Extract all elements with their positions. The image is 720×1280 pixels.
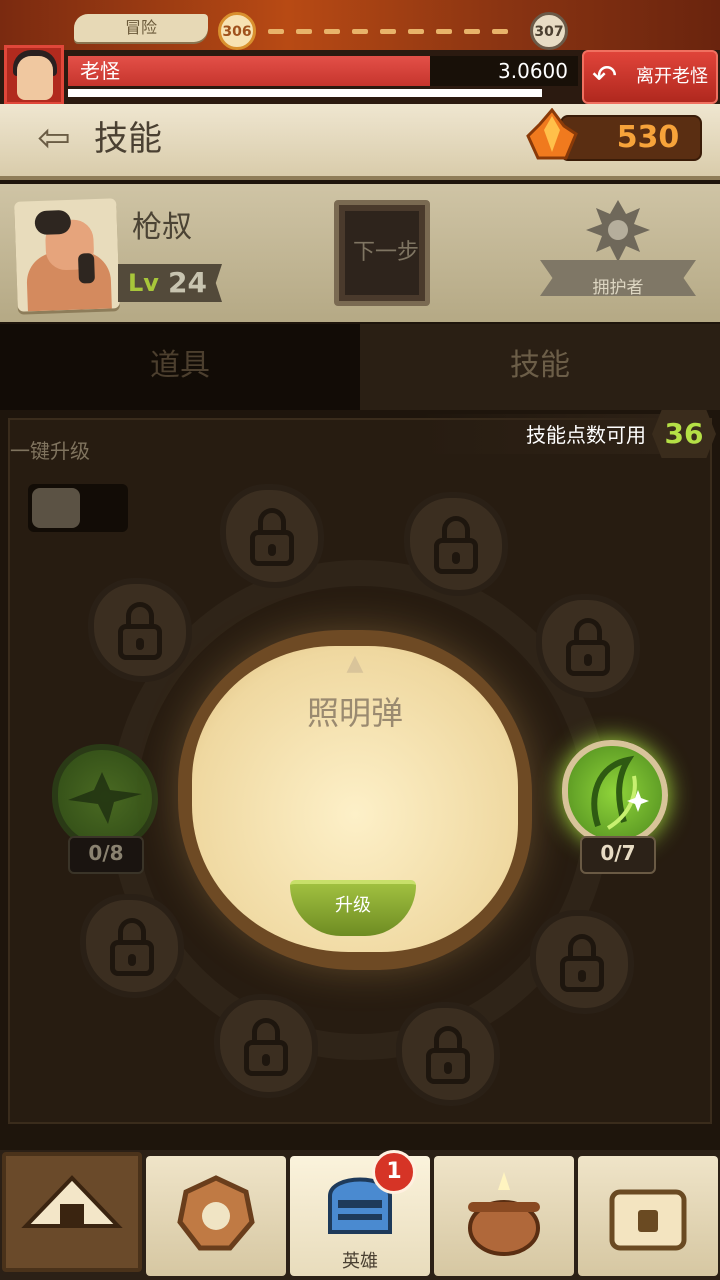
stage-path-dash xyxy=(380,29,396,34)
locked-skill-slot[interactable] xyxy=(404,492,508,596)
flare-leaf-icon xyxy=(591,755,649,830)
stage-path-dash xyxy=(324,29,340,34)
stage-path-dash xyxy=(492,29,508,34)
locked-skill-slot[interactable] xyxy=(536,594,640,698)
gem-count: 530 xyxy=(616,120,680,155)
boss-hp-value: 3.0600 xyxy=(498,59,568,83)
hero-portrait[interactable] xyxy=(14,198,120,312)
stage-path-dash xyxy=(436,29,452,34)
gear-token-icon xyxy=(177,1175,255,1251)
return-arrow-icon: ↶ xyxy=(592,59,618,94)
skill-slot-eagle[interactable] xyxy=(52,744,158,850)
boss-timer-bar xyxy=(68,89,542,97)
leave-boss-button[interactable]: ↶ 离开老怪 xyxy=(582,50,718,104)
level-label: Lv xyxy=(128,269,159,297)
locked-skill-slot[interactable] xyxy=(80,894,184,998)
toggle-knob xyxy=(32,488,80,528)
adventure-mode-tab[interactable]: 冒险 xyxy=(74,14,208,42)
treasure-chest-icon xyxy=(609,1189,687,1251)
locked-skill-slot[interactable] xyxy=(214,994,318,1098)
tab-skills-label: 技能 xyxy=(510,348,570,383)
nav-gear[interactable] xyxy=(146,1156,286,1276)
skill-level-count: 0/8 xyxy=(68,836,144,874)
locked-skill-slot[interactable] xyxy=(220,484,324,588)
nav-camp[interactable] xyxy=(2,1152,142,1272)
stage-path-dash xyxy=(268,29,284,34)
selected-skill-title: 照明弹 xyxy=(306,694,403,732)
guardian-emblem-icon xyxy=(586,200,650,262)
nav-hero-label: 英雄 xyxy=(342,1251,378,1272)
nav-cauldron[interactable] xyxy=(434,1156,574,1276)
chevron-up-icon: ▲ xyxy=(346,651,364,676)
stage-path-dash xyxy=(296,29,312,34)
skill-slot-flare[interactable] xyxy=(562,740,668,846)
current-stage-node: 306 xyxy=(218,12,256,50)
hero-role-label: 拥护者 xyxy=(592,278,644,298)
skill-level-count: 0/7 xyxy=(580,836,656,874)
eagle-icon xyxy=(68,772,142,824)
locked-skill-slot[interactable] xyxy=(530,910,634,1014)
skill-points-label: 技能点数可用 xyxy=(526,423,646,447)
hero-name: 枪叔 xyxy=(132,210,192,245)
camp-tent-icon xyxy=(21,1175,123,1228)
stage-path-dash xyxy=(464,29,480,34)
locked-skill-slot[interactable] xyxy=(88,578,192,682)
stage-path-dash xyxy=(352,29,368,34)
skill-points-value: 36 xyxy=(664,417,704,450)
page-title: 技能 xyxy=(94,119,162,159)
crystal-gem-icon xyxy=(526,108,578,160)
nav-treasure[interactable] xyxy=(578,1156,718,1276)
tab-items-label: 道具 xyxy=(150,348,210,383)
next-stage-node: 307 xyxy=(530,12,568,50)
stage-path-dash xyxy=(408,29,424,34)
locked-skill-slot[interactable] xyxy=(396,1002,500,1106)
next-step-label: 下一步 xyxy=(352,240,419,265)
auto-upgrade-toggle[interactable] xyxy=(28,484,128,532)
cauldron-icon xyxy=(468,1172,540,1256)
notification-badge: 1 xyxy=(372,1150,416,1194)
boss-hp-fill xyxy=(68,56,430,86)
leave-boss-label: 离开老怪 xyxy=(636,66,708,87)
boss-name: 老怪 xyxy=(80,59,120,83)
back-arrow-icon[interactable]: ⇦ xyxy=(30,118,78,162)
next-step-button[interactable]: 下一步 xyxy=(334,200,430,306)
boss-avatar xyxy=(4,45,64,105)
hero-level-value: 24 xyxy=(168,266,207,299)
auto-upgrade-label: 一键升级 xyxy=(10,439,90,463)
